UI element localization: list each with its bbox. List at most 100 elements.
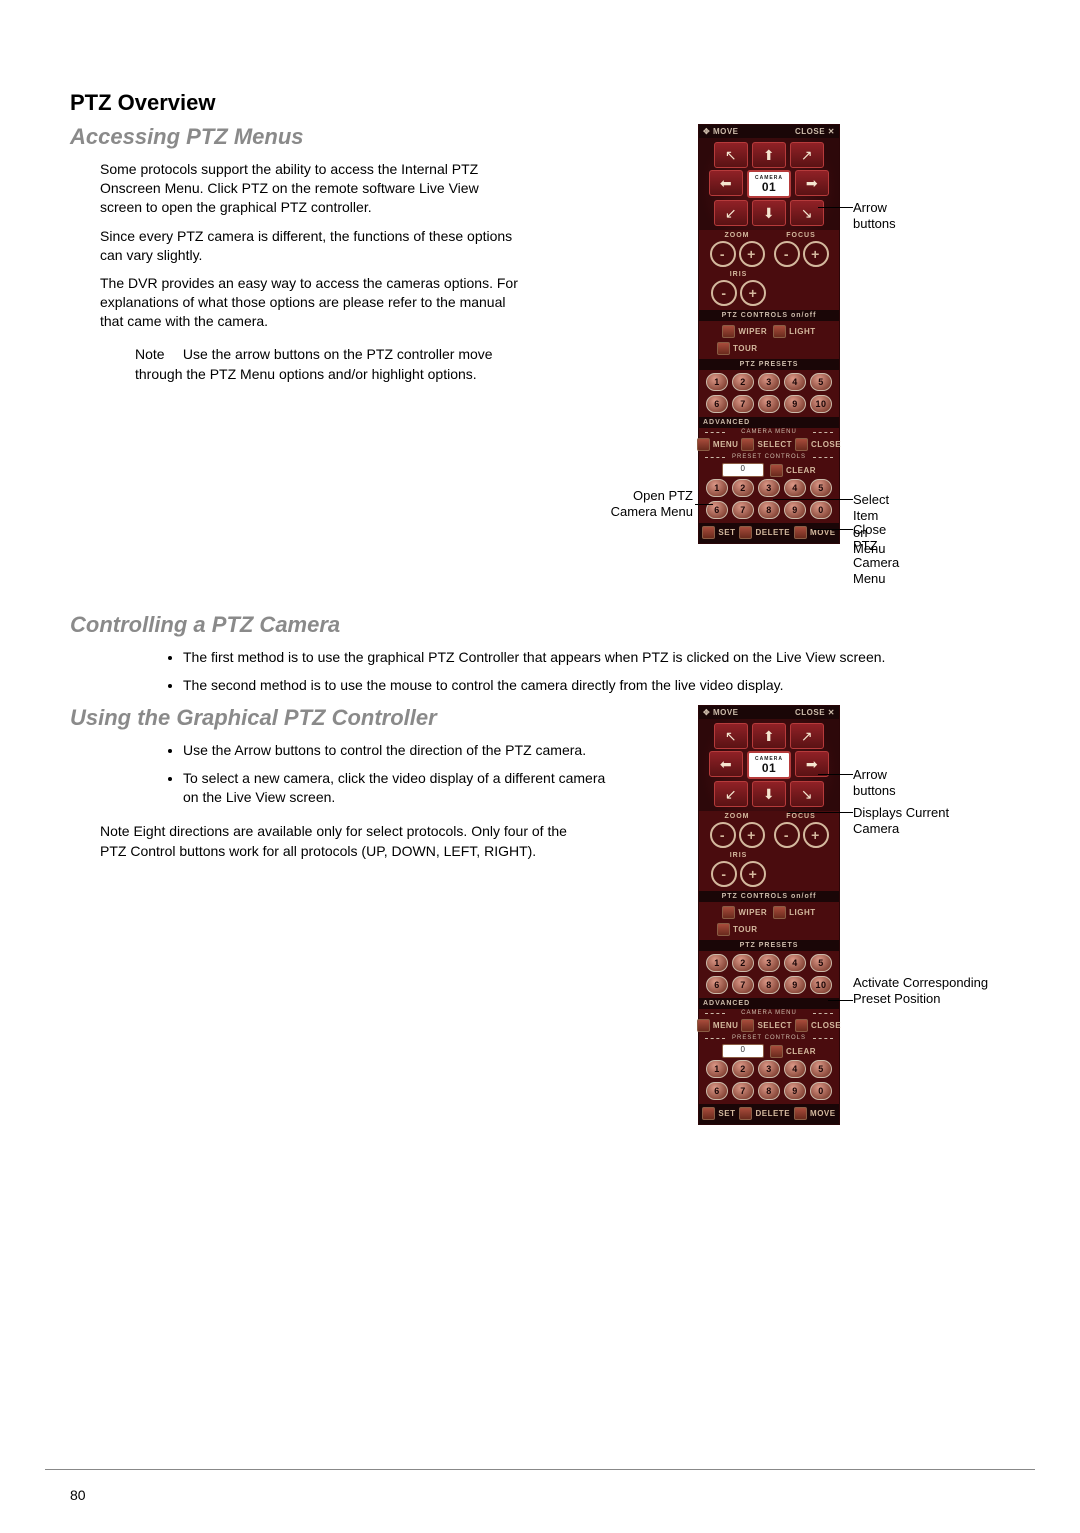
arrow-down-right-button[interactable]: ↘ bbox=[790, 200, 824, 226]
delete-button[interactable]: DELETE bbox=[739, 1107, 790, 1120]
heading-accessing-ptz-menus: Accessing PTZ Menus bbox=[70, 124, 1010, 150]
numpad-button[interactable]: 7 bbox=[732, 1082, 754, 1100]
ptz-close-button[interactable]: CLOSE ✕ bbox=[795, 127, 835, 136]
focus-in-button[interactable]: + bbox=[803, 822, 829, 848]
preset-button[interactable]: 7 bbox=[732, 976, 754, 994]
preset-button[interactable]: 4 bbox=[784, 954, 806, 972]
numpad-button[interactable]: 1 bbox=[706, 1060, 728, 1078]
numpad-button[interactable]: 8 bbox=[758, 501, 780, 519]
arrow-down-button[interactable]: ⬇ bbox=[752, 200, 786, 226]
numpad-button[interactable]: 9 bbox=[784, 1082, 806, 1100]
ptz-controller-panel[interactable]: ✥ MOVE CLOSE ✕ ↖ ⬆ ↗ ⬅ CAMERA 01 bbox=[698, 705, 840, 1125]
arrow-down-left-button[interactable]: ↙ bbox=[714, 781, 748, 807]
zoom-in-button[interactable]: + bbox=[739, 822, 765, 848]
preset-input[interactable]: 0 bbox=[722, 1044, 764, 1058]
wiper-toggle[interactable]: WIPER bbox=[722, 906, 767, 919]
select-button[interactable]: SELECT bbox=[741, 438, 792, 451]
numpad-button[interactable]: 6 bbox=[706, 1082, 728, 1100]
numpad-button[interactable]: 4 bbox=[784, 479, 806, 497]
menu-button[interactable]: MENU bbox=[697, 1019, 739, 1032]
numpad-button[interactable]: 2 bbox=[732, 1060, 754, 1078]
preset-button[interactable]: 10 bbox=[810, 976, 832, 994]
numpad-button[interactable]: 9 bbox=[784, 501, 806, 519]
numpad-button[interactable]: 0 bbox=[810, 1082, 832, 1100]
zoom-in-button[interactable]: + bbox=[739, 241, 765, 267]
move-button[interactable]: MOVE bbox=[794, 526, 836, 539]
preset-button[interactable]: 7 bbox=[732, 395, 754, 413]
preset-button[interactable]: 9 bbox=[784, 395, 806, 413]
arrow-up-button[interactable]: ⬆ bbox=[752, 142, 786, 168]
preset-button[interactable]: 5 bbox=[810, 373, 832, 391]
arrow-up-button[interactable]: ⬆ bbox=[752, 723, 786, 749]
set-button[interactable]: SET bbox=[702, 526, 735, 539]
arrow-up-right-button[interactable]: ↗ bbox=[790, 142, 824, 168]
note-block: Note Eight directions are available only… bbox=[100, 822, 570, 861]
ptz-controller-panel[interactable]: ✥ MOVE CLOSE ✕ ↖ ⬆ ↗ ⬅ CAMERA 01 bbox=[698, 124, 840, 544]
preset-button[interactable]: 2 bbox=[732, 373, 754, 391]
heading-controlling-ptz: Controlling a PTZ Camera bbox=[70, 612, 1010, 638]
numpad-button[interactable]: 2 bbox=[732, 479, 754, 497]
numpad-button[interactable]: 8 bbox=[758, 1082, 780, 1100]
select-button[interactable]: SELECT bbox=[741, 1019, 792, 1032]
light-toggle[interactable]: LIGHT bbox=[773, 906, 816, 919]
arrow-down-right-button[interactable]: ↘ bbox=[790, 781, 824, 807]
numpad-button[interactable]: 3 bbox=[758, 1060, 780, 1078]
iris-close-button[interactable]: - bbox=[711, 280, 737, 306]
arrow-down-button[interactable]: ⬇ bbox=[752, 781, 786, 807]
ptz-move-handle[interactable]: ✥ MOVE bbox=[703, 127, 739, 136]
preset-button[interactable]: 6 bbox=[706, 395, 728, 413]
preset-button[interactable]: 8 bbox=[758, 395, 780, 413]
preset-button[interactable]: 5 bbox=[810, 954, 832, 972]
arrow-right-button[interactable]: ➡ bbox=[795, 170, 829, 196]
iris-open-button[interactable]: + bbox=[740, 861, 766, 887]
preset-input[interactable]: 0 bbox=[722, 463, 764, 477]
numpad-button[interactable]: 5 bbox=[810, 479, 832, 497]
preset-button[interactable]: 10 bbox=[810, 395, 832, 413]
arrow-down-left-button[interactable]: ↙ bbox=[714, 200, 748, 226]
set-button[interactable]: SET bbox=[702, 1107, 735, 1120]
arrow-up-left-button[interactable]: ↖ bbox=[714, 142, 748, 168]
iris-open-button[interactable]: + bbox=[740, 280, 766, 306]
preset-button[interactable]: 3 bbox=[758, 373, 780, 391]
camera-menu-bar: CAMERA MENU bbox=[699, 1009, 839, 1017]
tour-toggle[interactable]: TOUR bbox=[717, 342, 758, 355]
zoom-out-button[interactable]: - bbox=[710, 822, 736, 848]
ptz-move-handle[interactable]: ✥ MOVE bbox=[703, 708, 739, 717]
tour-toggle[interactable]: TOUR bbox=[717, 923, 758, 936]
clear-button[interactable]: CLEAR bbox=[770, 1045, 816, 1058]
preset-button[interactable]: 1 bbox=[706, 373, 728, 391]
delete-button[interactable]: DELETE bbox=[739, 526, 790, 539]
ptz-close-button[interactable]: CLOSE ✕ bbox=[795, 708, 835, 717]
page-number: 80 bbox=[70, 1487, 86, 1503]
preset-button[interactable]: 2 bbox=[732, 954, 754, 972]
clear-button[interactable]: CLEAR bbox=[770, 464, 816, 477]
light-toggle[interactable]: LIGHT bbox=[773, 325, 816, 338]
move-button[interactable]: MOVE bbox=[794, 1107, 836, 1120]
zoom-out-button[interactable]: - bbox=[710, 241, 736, 267]
preset-button[interactable]: 4 bbox=[784, 373, 806, 391]
focus-out-button[interactable]: - bbox=[774, 241, 800, 267]
close-menu-button[interactable]: CLOSE bbox=[795, 1019, 841, 1032]
arrow-left-button[interactable]: ⬅ bbox=[709, 751, 743, 777]
focus-in-button[interactable]: + bbox=[803, 241, 829, 267]
preset-button[interactable]: 8 bbox=[758, 976, 780, 994]
numpad-button[interactable]: 4 bbox=[784, 1060, 806, 1078]
preset-button[interactable]: 9 bbox=[784, 976, 806, 994]
close-menu-button[interactable]: CLOSE bbox=[795, 438, 841, 451]
wiper-toggle[interactable]: WIPER bbox=[722, 325, 767, 338]
numpad-button[interactable]: 1 bbox=[706, 479, 728, 497]
numpad-button[interactable]: 5 bbox=[810, 1060, 832, 1078]
preset-button[interactable]: 1 bbox=[706, 954, 728, 972]
menu-button[interactable]: MENU bbox=[697, 438, 739, 451]
numpad-button[interactable]: 3 bbox=[758, 479, 780, 497]
preset-button[interactable]: 6 bbox=[706, 976, 728, 994]
arrow-up-left-button[interactable]: ↖ bbox=[714, 723, 748, 749]
arrow-up-right-button[interactable]: ↗ bbox=[790, 723, 824, 749]
focus-out-button[interactable]: - bbox=[774, 822, 800, 848]
iris-close-button[interactable]: - bbox=[711, 861, 737, 887]
numpad-button[interactable]: 0 bbox=[810, 501, 832, 519]
arrow-left-button[interactable]: ⬅ bbox=[709, 170, 743, 196]
preset-button[interactable]: 3 bbox=[758, 954, 780, 972]
numpad-button[interactable]: 7 bbox=[732, 501, 754, 519]
heading-using-graphical-ptz: Using the Graphical PTZ Controller bbox=[70, 705, 1010, 731]
